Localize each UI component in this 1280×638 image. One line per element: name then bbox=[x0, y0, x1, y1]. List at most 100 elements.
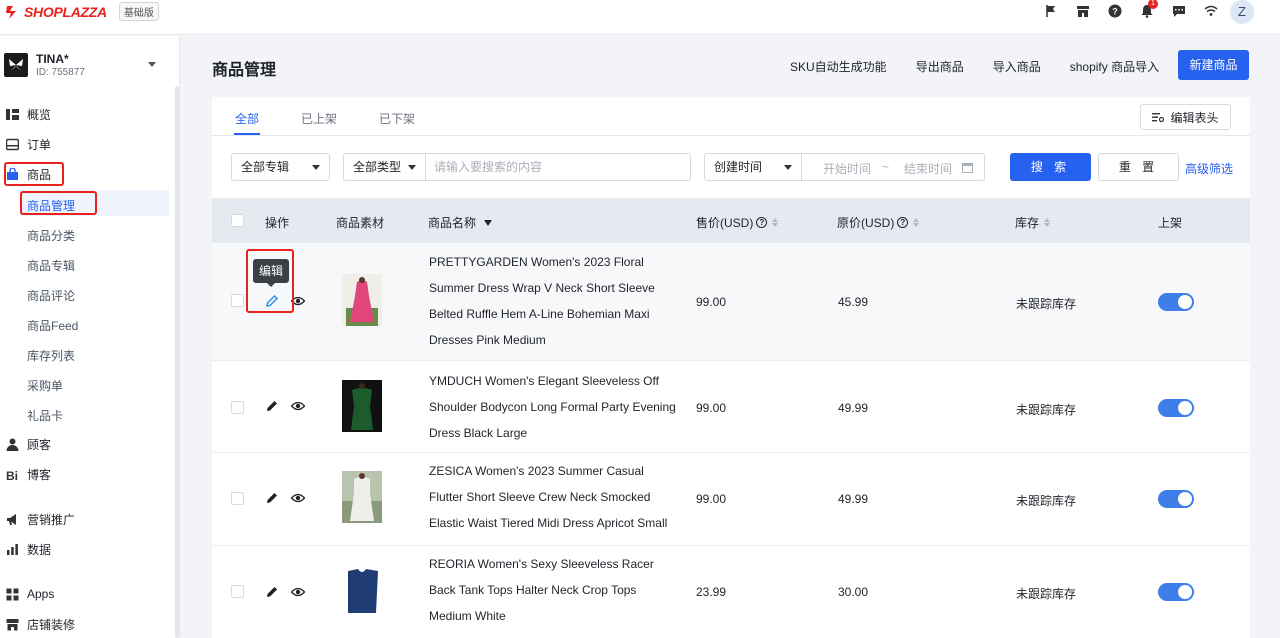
header-name[interactable]: 商品名称 bbox=[428, 214, 493, 231]
sidebar-sub-reviews[interactable]: 商品评论 bbox=[27, 287, 75, 304]
sidebar-item-overview[interactable]: 概览 bbox=[6, 104, 51, 124]
listed-toggle[interactable] bbox=[1158, 399, 1194, 417]
sort-icon[interactable] bbox=[913, 218, 920, 227]
edit-pencil-icon[interactable] bbox=[265, 491, 279, 505]
sidebar-item-customers[interactable]: 顾客 bbox=[6, 434, 51, 454]
product-compare-price: 49.99 bbox=[838, 492, 869, 506]
reset-button[interactable]: 重 置 bbox=[1098, 153, 1179, 181]
sort-icon[interactable] bbox=[772, 218, 779, 227]
sidebar-item-orders[interactable]: 订单 bbox=[6, 134, 51, 154]
product-thumbnail[interactable] bbox=[342, 274, 382, 326]
edit-pencil-icon[interactable] bbox=[265, 585, 279, 599]
sidebar-item-data[interactable]: 数据 bbox=[6, 539, 51, 559]
sku-generate-button[interactable]: SKU自动生成功能 bbox=[790, 58, 887, 75]
row-checkbox[interactable] bbox=[231, 294, 244, 307]
columns-icon bbox=[1152, 113, 1165, 123]
sidebar-item-marketing[interactable]: 营销推广 bbox=[6, 509, 75, 529]
listed-toggle[interactable] bbox=[1158, 490, 1194, 508]
product-stock: 未跟踪库存 bbox=[1016, 297, 1077, 311]
tab-unlisted[interactable]: 已下架 bbox=[379, 110, 415, 127]
highlight-product-management bbox=[20, 191, 97, 215]
select-all-checkbox[interactable] bbox=[231, 214, 244, 227]
table-row[interactable]: YMDUCH Women's Elegant Sleeveless Off Sh… bbox=[212, 361, 1250, 453]
chevron-down-icon bbox=[408, 165, 416, 170]
sidebar-item-blog[interactable]: Bi 博客 bbox=[6, 464, 51, 484]
product-thumbnail[interactable] bbox=[342, 471, 382, 523]
eye-icon[interactable] bbox=[291, 585, 305, 599]
message-icon[interactable] bbox=[1163, 2, 1195, 20]
store-switcher[interactable]: TINA* ID: 755877 bbox=[4, 52, 85, 78]
product-name[interactable]: PRETTYGARDEN Women's 2023 Floral Summer … bbox=[429, 249, 679, 353]
sidebar-sub-feed[interactable]: 商品Feed bbox=[27, 317, 78, 334]
sidebar-item-theme[interactable]: 店铺装修 bbox=[6, 614, 75, 634]
new-product-button[interactable]: 新建商品 bbox=[1178, 50, 1249, 80]
product-thumbnail[interactable] bbox=[342, 380, 382, 432]
product-stock: 未跟踪库存 bbox=[1016, 587, 1077, 601]
chevron-down-icon[interactable] bbox=[148, 62, 156, 67]
sidebar-sub-gift-cards[interactable]: 礼品卡 bbox=[27, 407, 63, 424]
advanced-filter-link[interactable]: 高级筛选 bbox=[1185, 160, 1233, 177]
help-icon[interactable]: ? bbox=[1099, 2, 1131, 20]
flag-icon[interactable] bbox=[1035, 2, 1067, 20]
date-range-picker[interactable]: 开始时间 ~ 结束时间 bbox=[801, 153, 985, 181]
product-thumbnail[interactable] bbox=[342, 565, 382, 617]
product-name[interactable]: REORIA Women's Sexy Sleeveless Racer Bac… bbox=[429, 551, 679, 629]
sidebar-sub-categories[interactable]: 商品分类 bbox=[27, 227, 75, 244]
store-id: ID: 755877 bbox=[36, 67, 85, 78]
user-avatar[interactable]: Z bbox=[1230, 0, 1254, 24]
row-checkbox[interactable] bbox=[231, 401, 244, 414]
sort-icon[interactable] bbox=[1044, 218, 1051, 227]
store-icon[interactable] bbox=[1067, 2, 1099, 20]
header-action-label: 操作 bbox=[265, 216, 290, 230]
start-date-input[interactable]: 开始时间 bbox=[823, 160, 871, 177]
table-row[interactable]: REORIA Women's Sexy Sleeveless Racer Bac… bbox=[212, 546, 1250, 638]
sidebar-sub-collections[interactable]: 商品专辑 bbox=[27, 257, 75, 274]
row-checkbox[interactable] bbox=[231, 585, 244, 598]
edit-columns-label: 编辑表头 bbox=[1170, 110, 1219, 125]
row-checkbox[interactable] bbox=[231, 492, 244, 505]
tab-all[interactable]: 全部 bbox=[235, 110, 259, 127]
sidebar-item-apps[interactable]: Apps bbox=[6, 584, 54, 604]
help-icon[interactable]: ? bbox=[897, 217, 909, 228]
sidebar-sub-purchase-orders[interactable]: 采购单 bbox=[27, 377, 63, 394]
product-name[interactable]: YMDUCH Women's Elegant Sleeveless Off Sh… bbox=[429, 368, 679, 446]
product-stock: 未跟踪库存 bbox=[1016, 403, 1077, 417]
listed-toggle[interactable] bbox=[1158, 293, 1194, 311]
listed-toggle[interactable] bbox=[1158, 583, 1194, 601]
header-price[interactable]: 售价(USD) ? bbox=[696, 214, 779, 231]
edit-columns-button[interactable]: 编辑表头 bbox=[1140, 104, 1231, 130]
svg-text:?: ? bbox=[1112, 7, 1118, 17]
search-input[interactable]: 请输入要搜索的内容 bbox=[425, 153, 691, 181]
calendar-icon bbox=[962, 163, 973, 173]
export-products-button[interactable]: 导出商品 bbox=[916, 58, 964, 75]
table-row[interactable]: ZESICA Women's 2023 Summer Casual Flutte… bbox=[212, 453, 1250, 546]
edit-pencil-icon[interactable] bbox=[265, 399, 279, 413]
wifi-icon[interactable] bbox=[1195, 2, 1227, 20]
header-name-label: 商品名称 bbox=[428, 216, 477, 230]
table-row[interactable]: PRETTYGARDEN Women's 2023 Floral Summer … bbox=[212, 243, 1250, 361]
type-select[interactable]: 全部类型 bbox=[343, 153, 426, 181]
tab-listed[interactable]: 已上架 bbox=[301, 110, 337, 127]
sidebar-sub-inventory[interactable]: 库存列表 bbox=[27, 347, 75, 364]
sidebar-scrollbar[interactable] bbox=[175, 86, 179, 638]
marketing-icon bbox=[7, 513, 16, 525]
product-name[interactable]: ZESICA Women's 2023 Summer Casual Flutte… bbox=[429, 458, 679, 536]
brand-logo[interactable]: SHOPLAZZA 基础版 bbox=[4, 2, 159, 21]
filter-bar: 全部专辑 全部类型 请输入要搜索的内容 创建时间 开始时间 ~ 结束时间 搜 索… bbox=[212, 153, 1250, 181]
collection-select[interactable]: 全部专辑 bbox=[231, 153, 330, 181]
help-icon[interactable]: ? bbox=[756, 217, 768, 228]
date-field-select[interactable]: 创建时间 bbox=[704, 153, 802, 181]
search-button[interactable]: 搜 索 bbox=[1010, 153, 1091, 181]
header-compare-price[interactable]: 原价(USD) ? bbox=[837, 214, 920, 231]
import-products-button[interactable]: 导入商品 bbox=[993, 58, 1041, 75]
sidebar-item-label: 顾客 bbox=[27, 437, 52, 452]
eye-icon[interactable] bbox=[291, 491, 305, 505]
eye-icon[interactable] bbox=[291, 399, 305, 413]
end-date-input[interactable]: 结束时间 bbox=[904, 160, 952, 177]
brand-name: SHOPLAZZA bbox=[24, 3, 107, 20]
header-stock[interactable]: 库存 bbox=[1015, 214, 1051, 231]
sort-down-icon[interactable] bbox=[483, 219, 493, 227]
bell-icon[interactable]: 1 bbox=[1131, 0, 1163, 20]
shopify-import-button[interactable]: shopify 商品导入 bbox=[1070, 58, 1159, 75]
product-price: 99.00 bbox=[696, 492, 727, 506]
